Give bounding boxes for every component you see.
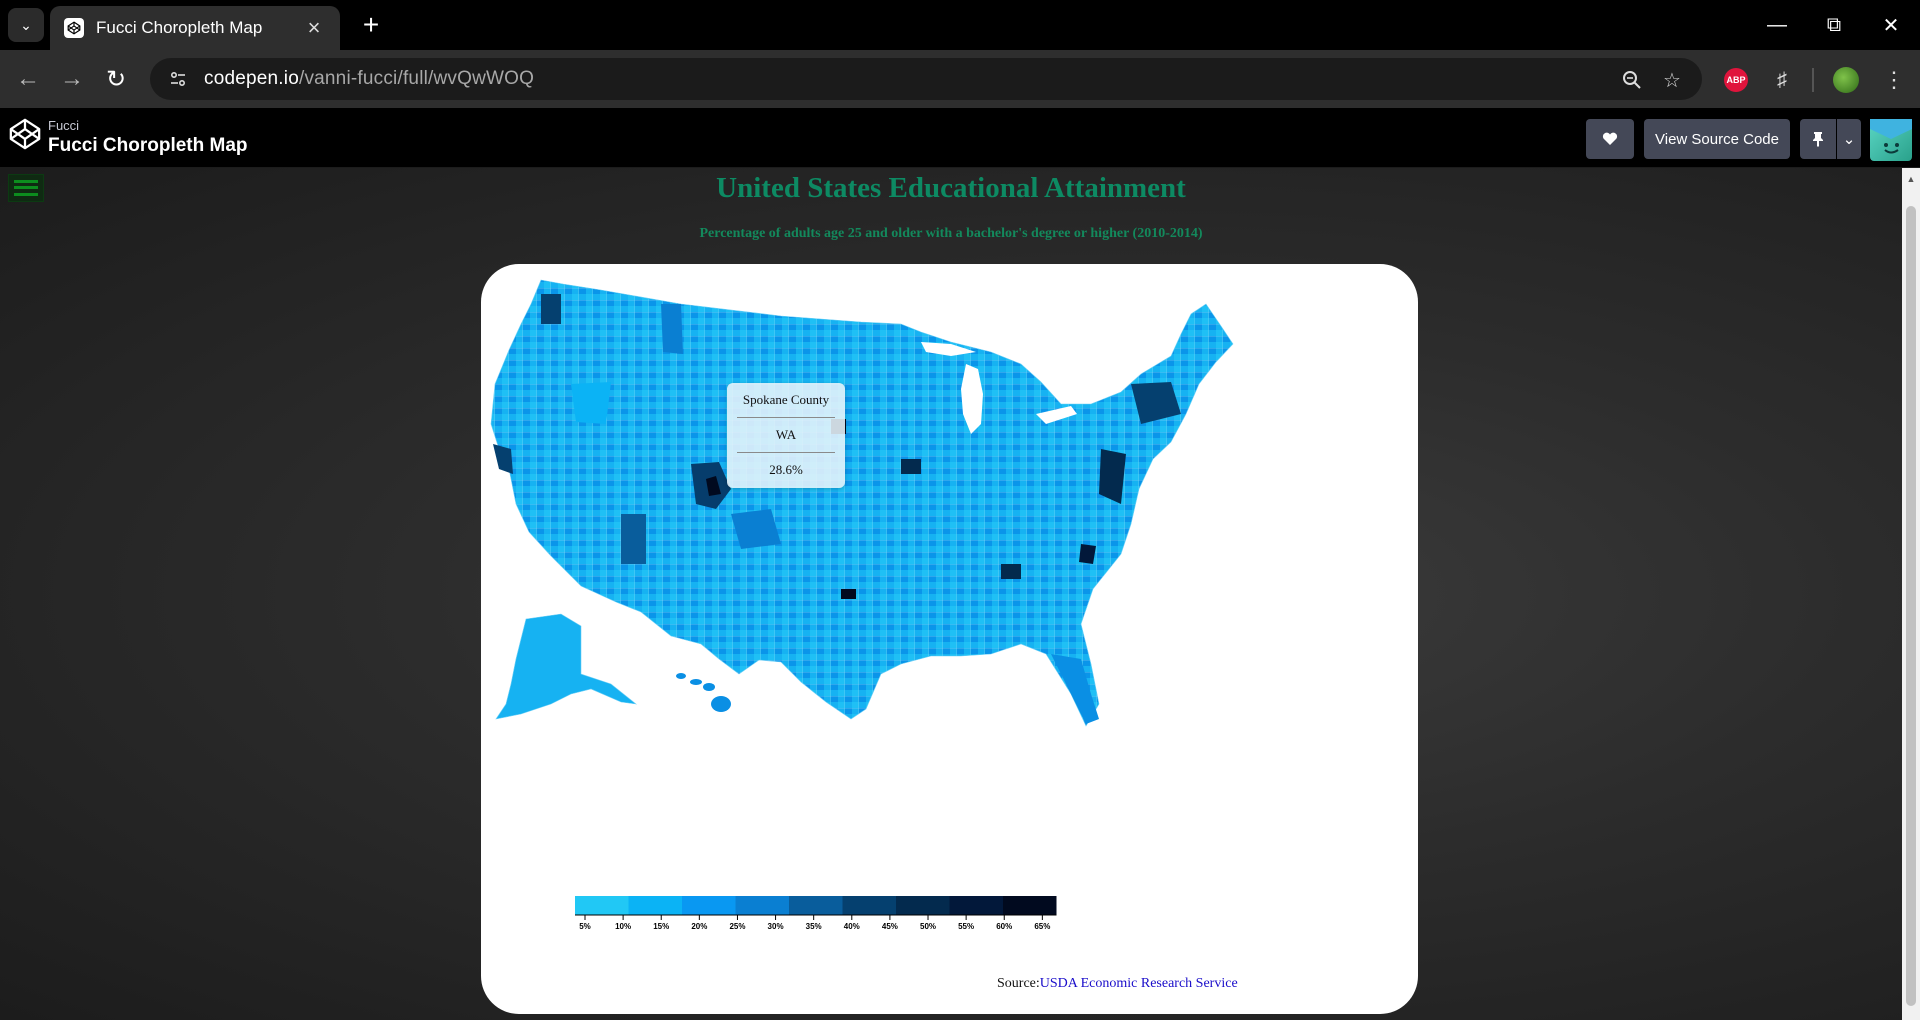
legend-swatch bbox=[842, 896, 896, 915]
legend-tick-label: 5% bbox=[579, 922, 591, 931]
page-viewport: United States Educational Attainment Per… bbox=[0, 168, 1902, 1020]
window-close-icon[interactable]: ✕ bbox=[1862, 0, 1920, 50]
legend-swatch bbox=[575, 896, 629, 915]
like-heart-button[interactable] bbox=[1586, 119, 1634, 159]
legend-tick-label: 30% bbox=[768, 922, 784, 931]
tooltip-state: WA bbox=[775, 427, 797, 442]
adblock-extension-icon[interactable]: ABP bbox=[1722, 66, 1750, 94]
forward-arrow-icon[interactable]: → bbox=[54, 61, 90, 97]
browser-menu-icon[interactable]: ⋮ bbox=[1880, 66, 1908, 94]
legend-tick-label: 55% bbox=[958, 922, 974, 931]
county-tooltip: Spokane County WA 28.6% bbox=[727, 383, 845, 488]
tab-title: Fucci Choropleth Map bbox=[96, 18, 263, 37]
legend-swatch bbox=[949, 896, 1003, 915]
restore-icon[interactable]: ⧉ bbox=[1805, 0, 1863, 50]
bookmark-star-icon[interactable]: ☆ bbox=[1658, 66, 1686, 94]
legend-tick-label: 60% bbox=[996, 922, 1012, 931]
scroll-up-arrow-icon[interactable]: ▲ bbox=[1905, 174, 1917, 184]
map-card: 5% 10% 15% 20% 25% 30% 35% 40% 45% 50% 55% 60% 65% S… bbox=[481, 264, 1418, 1014]
map-contiguous-us bbox=[490, 279, 1234, 727]
site-settings-icon[interactable] bbox=[166, 67, 190, 91]
legend-tick-label: 65% bbox=[1034, 922, 1050, 931]
page-subtitle: Percentage of adults age 25 and older wi… bbox=[699, 226, 1203, 241]
legend-swatch bbox=[896, 896, 950, 915]
legend-swatch bbox=[1003, 896, 1057, 915]
new-tab-plus-icon[interactable]: + bbox=[354, 8, 388, 42]
codepen-header: Fucci Fucci Choropleth Map View Source C… bbox=[0, 108, 1920, 168]
address-bar[interactable]: codepen.io/vanni-fucci/full/wvQwWOQ ☆ bbox=[150, 58, 1702, 100]
legend-tick-label: 15% bbox=[653, 922, 669, 931]
toolbar-divider bbox=[1812, 68, 1814, 92]
legend: 5% 10% 15% 20% 25% 30% 35% 40% 45% 50% 55% 60% 65% bbox=[575, 896, 1057, 931]
pin-button[interactable] bbox=[1800, 119, 1836, 159]
legend-swatch bbox=[682, 896, 736, 915]
legend-swatch bbox=[789, 896, 843, 915]
page-title: United States Educational Attainment bbox=[716, 172, 1186, 204]
map-alaska bbox=[495, 613, 638, 720]
tooltip-county: Spokane County bbox=[742, 392, 830, 407]
codepen-favicon-icon bbox=[64, 18, 84, 38]
browser-tab-strip: ⌄ Fucci Choropleth Map × + — ⧉ ✕ bbox=[0, 0, 1920, 50]
legend-tick-label: 35% bbox=[806, 922, 822, 931]
map-hawaii bbox=[676, 673, 731, 712]
view-source-code-button[interactable]: View Source Code bbox=[1644, 119, 1790, 159]
browser-tab-active[interactable]: Fucci Choropleth Map × bbox=[50, 6, 340, 50]
tab-close-icon[interactable]: × bbox=[302, 15, 326, 41]
minimize-icon[interactable]: — bbox=[1748, 0, 1806, 50]
pin-icon bbox=[1813, 132, 1823, 147]
source-link[interactable]: USDA Economic Research Service bbox=[1040, 976, 1238, 991]
source-label: Source: bbox=[997, 976, 1040, 991]
legend-swatch bbox=[735, 896, 789, 915]
legend-tick-label: 10% bbox=[615, 922, 631, 931]
legend-tick-label: 25% bbox=[729, 922, 745, 931]
reload-icon[interactable]: ↻ bbox=[98, 61, 134, 97]
tooltip-percent: 28.6% bbox=[769, 462, 803, 477]
legend-tick-label: 45% bbox=[882, 922, 898, 931]
pen-author[interactable]: Fucci bbox=[48, 118, 79, 133]
pen-title: Fucci Choropleth Map bbox=[48, 135, 248, 156]
browser-toolbar: ← → ↻ codepen.io/vanni-fucci/full/wvQwWO… bbox=[0, 50, 1920, 108]
profile-avatar[interactable] bbox=[1832, 66, 1860, 94]
tab-search-chevron-icon[interactable]: ⌄ bbox=[8, 8, 44, 42]
page-scrollbar[interactable]: ▲ bbox=[1902, 168, 1920, 1020]
codepen-logo-icon[interactable] bbox=[8, 117, 42, 151]
choropleth-map[interactable]: 5% 10% 15% 20% 25% 30% 35% 40% 45% 50% 55% 60% 65% bbox=[481, 264, 1418, 1014]
source-line: Source:USDA Economic Research Service bbox=[997, 976, 1238, 992]
url-text: codepen.io/vanni-fucci/full/wvQwWOQ bbox=[204, 68, 535, 89]
heart-icon bbox=[1602, 132, 1618, 145]
zoom-icon[interactable] bbox=[1618, 66, 1646, 94]
scroll-thumb[interactable] bbox=[1906, 206, 1916, 1006]
legend-tick-label: 50% bbox=[920, 922, 936, 931]
user-avatar[interactable] bbox=[1870, 119, 1912, 161]
pin-dropdown-chevron-icon[interactable]: ⌄ bbox=[1837, 119, 1861, 159]
legend-swatch bbox=[628, 896, 682, 915]
extensions-puzzle-icon[interactable]: ♯ bbox=[1768, 66, 1796, 94]
legend-tick-label: 40% bbox=[844, 922, 860, 931]
legend-tick-label: 20% bbox=[691, 922, 707, 931]
back-arrow-icon[interactable]: ← bbox=[10, 61, 46, 97]
